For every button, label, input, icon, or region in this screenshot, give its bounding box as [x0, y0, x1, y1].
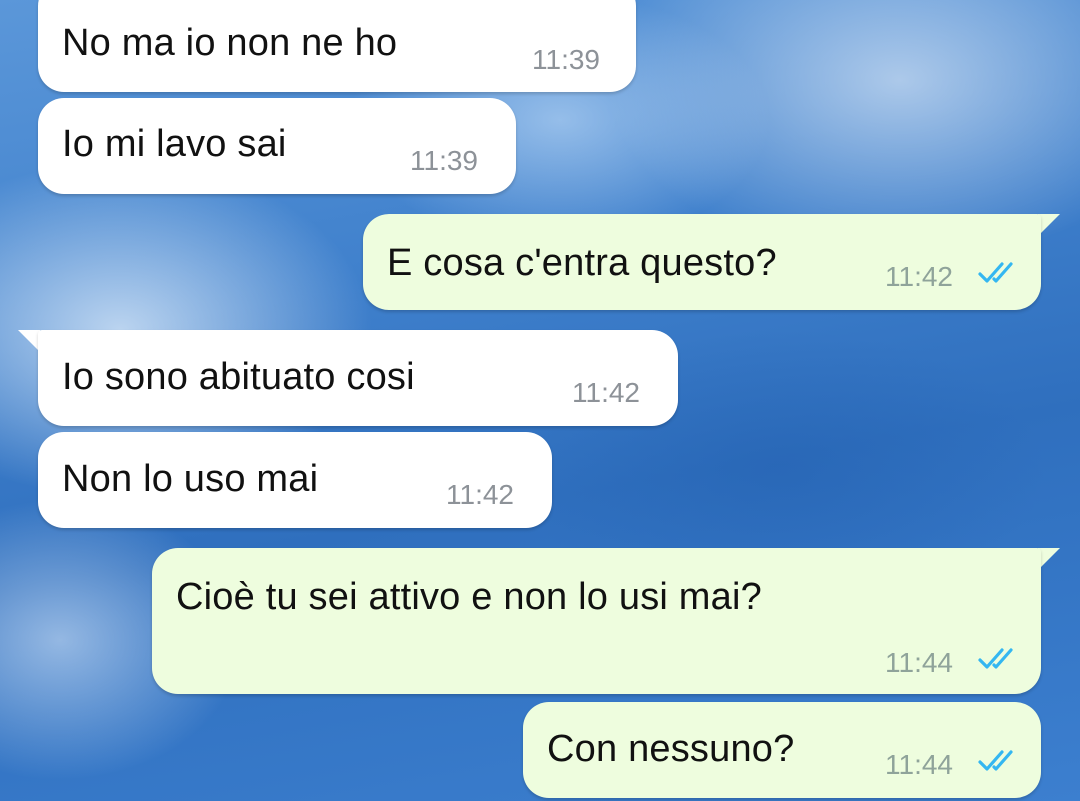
message-bubble-outgoing[interactable]: Cioè tu sei attivo e non lo usi mai? 11:… — [152, 548, 1041, 694]
message-bubble-incoming[interactable]: Non lo uso mai 11:42 — [38, 432, 552, 528]
message-bubble-incoming[interactable]: Io mi lavo sai 11:39 — [38, 98, 516, 194]
message-text: Io mi lavo sai — [62, 123, 287, 165]
message-time: 11:42 — [446, 479, 514, 510]
message-time: 11:44 — [885, 647, 953, 678]
double-check-icon — [978, 750, 1013, 771]
double-check-icon — [978, 262, 1013, 283]
message-time: 11:39 — [410, 145, 478, 176]
message-time: 11:42 — [572, 377, 640, 408]
message-bubble-incoming[interactable]: No ma io non ne ho 11:39 — [38, 0, 636, 92]
message-bubble-outgoing[interactable]: E cosa c'entra questo? 11:42 — [363, 214, 1041, 310]
chat-background: No ma io non ne ho 11:39 Io mi lavo sai … — [0, 0, 1080, 801]
message-text: Cioè tu sei attivo e non lo usi mai? — [176, 576, 762, 618]
message-time: 11:42 — [885, 261, 953, 292]
message-text: Non lo uso mai — [62, 458, 319, 500]
double-check-icon — [978, 648, 1013, 669]
message-bubble-outgoing[interactable]: Con nessuno? 11:44 — [523, 702, 1041, 798]
message-bubble-incoming[interactable]: Io sono abituato cosi 11:42 — [38, 330, 678, 426]
message-text: No ma io non ne ho — [62, 22, 398, 64]
message-text: Con nessuno? — [547, 728, 795, 770]
message-time: 11:44 — [885, 749, 953, 780]
bubble-tail — [1038, 548, 1060, 570]
bubble-tail — [18, 330, 40, 352]
bubble-tail — [1038, 214, 1060, 236]
message-text: E cosa c'entra questo? — [387, 242, 777, 284]
message-text: Io sono abituato cosi — [62, 356, 415, 398]
message-time: 11:39 — [532, 44, 600, 75]
